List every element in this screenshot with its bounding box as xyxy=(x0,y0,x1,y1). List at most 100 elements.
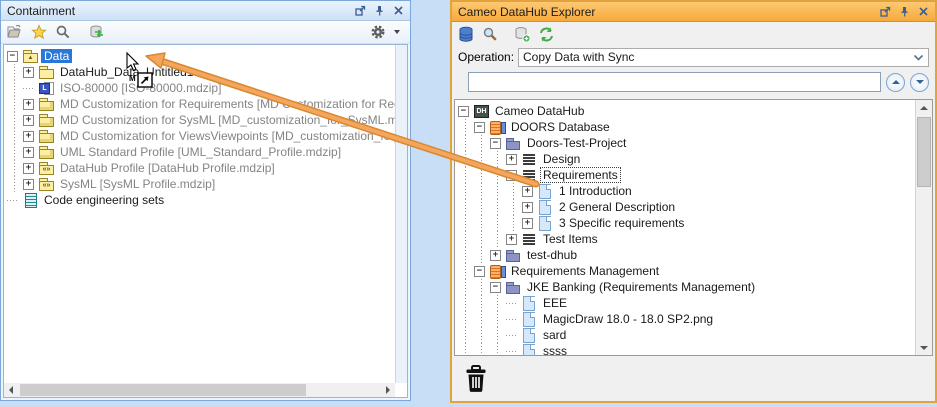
datahub-database-icon[interactable] xyxy=(456,25,476,43)
expander-minus-icon[interactable]: − xyxy=(474,265,485,277)
tree-row[interactable]: sard xyxy=(458,327,932,343)
expander-plus-icon[interactable]: + xyxy=(522,185,533,197)
tree-row[interactable]: ISO-80000 [ISO-80000.mdzip] xyxy=(7,80,407,96)
tree-row[interactable]: − Requirements Management xyxy=(458,263,932,279)
close-icon[interactable] xyxy=(390,4,406,18)
tree-label[interactable]: Test Items xyxy=(540,232,601,246)
tree-row[interactable]: − Requirements xyxy=(458,167,932,183)
scroll-right-icon[interactable] xyxy=(381,383,395,397)
tree-label[interactable]: SysML [SysML Profile.mdzip] xyxy=(57,177,218,191)
tree-row[interactable]: ssss xyxy=(458,343,932,355)
tree-row[interactable]: + MD Customization for Requirements [MD C… xyxy=(7,96,407,112)
tree-label[interactable]: Cameo DataHub xyxy=(492,104,587,118)
horizontal-scrollbar[interactable] xyxy=(4,383,395,397)
tree-row[interactable]: +2 General Description xyxy=(458,199,932,215)
expander-plus-icon[interactable]: + xyxy=(23,162,34,174)
search-up-button[interactable] xyxy=(886,72,905,92)
operation-dropdown[interactable]: Copy Data with Sync xyxy=(518,47,929,67)
expander-minus-icon[interactable]: − xyxy=(458,105,469,117)
expander-plus-icon[interactable]: + xyxy=(23,178,34,190)
tree-label[interactable]: Code engineering sets xyxy=(41,193,167,207)
search-down-button[interactable] xyxy=(910,72,929,92)
tree-label[interactable]: JKE Banking (Requirements Management) xyxy=(524,280,758,294)
tree-label[interactable]: DOORS Database xyxy=(508,120,613,134)
search-input[interactable] xyxy=(468,72,881,92)
expander-plus-icon[interactable]: + xyxy=(23,146,34,158)
expander-minus-icon[interactable]: − xyxy=(506,169,517,181)
scrollbar-thumb[interactable] xyxy=(917,117,931,187)
close-icon[interactable] xyxy=(915,5,931,19)
tree-row[interactable]: − Cameo DataHub xyxy=(458,103,932,119)
tree-row[interactable]: + DataHub_Data_Untitled1 xyxy=(7,64,407,80)
tree-label[interactable]: MagicDraw 18.0 - 18.0 SP2.png xyxy=(540,312,716,326)
tree-label[interactable]: DataHub_Data_Untitled1 xyxy=(57,65,196,79)
expander-plus-icon[interactable]: + xyxy=(522,217,533,229)
tree-label[interactable]: test-dhub xyxy=(524,248,580,262)
float-icon[interactable] xyxy=(877,5,893,19)
tree-label[interactable]: MD Customization for SysML [MD_customiza… xyxy=(57,113,407,127)
tree-label[interactable]: 3 Specific requirements xyxy=(556,216,687,230)
tree-label[interactable]: EEE xyxy=(540,296,570,310)
tree-row[interactable]: MagicDraw 18.0 - 18.0 SP2.png xyxy=(458,311,932,327)
expander-plus-icon[interactable]: + xyxy=(506,153,517,165)
scroll-left-icon[interactable] xyxy=(4,383,18,397)
tree-row[interactable]: EEE xyxy=(458,295,932,311)
expander-minus-icon[interactable]: − xyxy=(490,281,501,293)
add-data-source-icon[interactable] xyxy=(512,25,532,43)
search-icon[interactable] xyxy=(480,25,500,43)
tree-row[interactable]: + SysML [SysML Profile.mdzip] xyxy=(7,176,407,192)
tree-row[interactable]: +1 Introduction xyxy=(458,183,932,199)
gear-icon[interactable] xyxy=(368,23,388,41)
tree-row[interactable]: + test-dhub xyxy=(458,247,932,263)
tree-row[interactable]: + Test Items xyxy=(458,231,932,247)
tree-row[interactable]: + MD Customization for ViewsViewpoints [M… xyxy=(7,128,407,144)
expander-minus-icon[interactable]: − xyxy=(7,50,18,62)
tree-row[interactable]: − Doors-Test-Project xyxy=(458,135,932,151)
float-icon[interactable] xyxy=(352,4,368,18)
tree-row[interactable]: + MD Customization for SysML [MD_customiz… xyxy=(7,112,407,128)
search-icon[interactable] xyxy=(53,23,73,41)
expander-plus-icon[interactable]: + xyxy=(23,114,34,126)
expander-plus-icon[interactable]: + xyxy=(506,233,517,245)
tree-label[interactable]: 2 General Description xyxy=(556,200,678,214)
tree-label[interactable]: Doors-Test-Project xyxy=(524,136,629,150)
tree-row[interactable]: − DOORS Database xyxy=(458,119,932,135)
favorites-star-icon[interactable] xyxy=(29,23,49,41)
tree-label[interactable]: ISO-80000 [ISO-80000.mdzip] xyxy=(57,81,224,95)
tree-row[interactable]: + UML Standard Profile [UML_Standard_Prof… xyxy=(7,144,407,160)
tree-label[interactable]: UML Standard Profile [UML_Standard_Profi… xyxy=(57,145,344,159)
expander-plus-icon[interactable]: + xyxy=(23,98,34,110)
tree-label[interactable]: DataHub Profile [DataHub Profile.mdzip] xyxy=(57,161,278,175)
tree-label[interactable]: MD Customization for Requirements [MD Cu… xyxy=(57,97,407,111)
expander-plus-icon[interactable]: + xyxy=(490,249,501,261)
scroll-down-icon[interactable] xyxy=(916,340,932,355)
tree-label[interactable]: ssss xyxy=(540,344,570,355)
scrollbar-thumb[interactable] xyxy=(20,384,306,396)
datahub-sync-icon[interactable] xyxy=(87,23,107,41)
tree-label[interactable]: MD Customization for ViewsViewpoints [MD… xyxy=(57,129,407,143)
refresh-icon[interactable] xyxy=(536,25,556,43)
tree-row[interactable]: +3 Specific requirements xyxy=(458,215,932,231)
tree-label[interactable]: Requirements Management xyxy=(508,264,662,278)
pin-icon[interactable] xyxy=(896,5,912,19)
trash-icon[interactable] xyxy=(464,365,488,395)
tree-label[interactable]: Requirements xyxy=(540,167,621,183)
expander-plus-icon[interactable]: + xyxy=(23,66,34,78)
tree-label[interactable]: 1 Introduction xyxy=(556,184,635,198)
tree-row[interactable]: − Data xyxy=(7,48,407,64)
vertical-scrollbar-track[interactable] xyxy=(395,45,407,383)
tree-label[interactable]: Design xyxy=(540,152,583,166)
tree-row[interactable]: + Design xyxy=(458,151,932,167)
tree-row[interactable]: Code engineering sets xyxy=(7,192,407,208)
expander-plus-icon[interactable]: + xyxy=(522,201,533,213)
vertical-scrollbar[interactable] xyxy=(915,100,932,355)
expander-minus-icon[interactable]: − xyxy=(490,137,501,149)
expander-plus-icon[interactable]: + xyxy=(23,130,34,142)
scroll-up-icon[interactable] xyxy=(916,100,932,115)
tree-label[interactable]: Data xyxy=(41,49,73,63)
open-project-icon[interactable] xyxy=(5,23,25,41)
tree-row[interactable]: + DataHub Profile [DataHub Profile.mdzip] xyxy=(7,160,407,176)
expander-minus-icon[interactable]: − xyxy=(474,121,485,133)
tree-row[interactable]: − JKE Banking (Requirements Management) xyxy=(458,279,932,295)
pin-icon[interactable] xyxy=(371,4,387,18)
